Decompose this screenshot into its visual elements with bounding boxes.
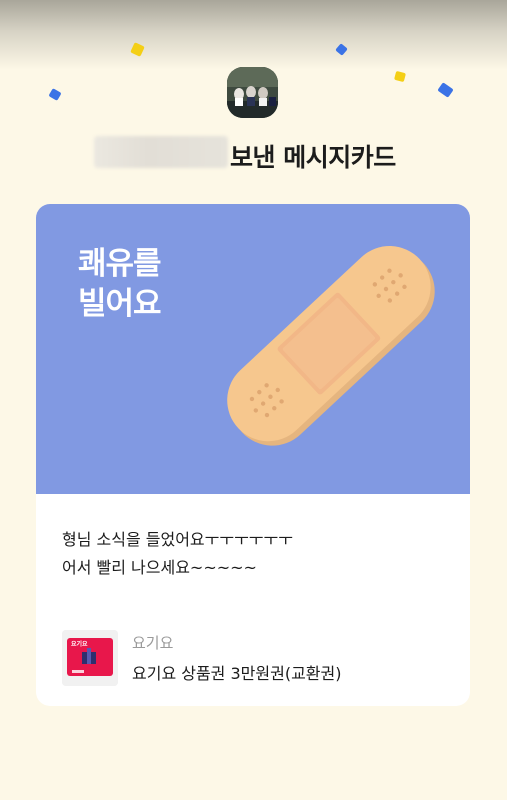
page-title: 보낸 메시지카드 <box>230 143 396 172</box>
confetti-blue <box>437 82 454 98</box>
confetti-yellow <box>394 70 406 83</box>
bandage-illustration <box>227 246 435 446</box>
message-line: 어서 빨리 나으세요~~~~~ <box>62 558 257 577</box>
top-shade <box>0 0 507 70</box>
gift-thumb-label: 요기요 <box>71 640 88 648</box>
gift-name: 요기요 상품권 3만원권(교환권) <box>132 664 342 683</box>
confetti-blue <box>48 88 62 101</box>
message-line: 형님 소식을 들었어요ㅜㅜㅜㅜㅜㅜ <box>62 530 293 549</box>
card-illustration: 쾌유를 빌어요 <box>36 204 470 494</box>
card-message: 형님 소식을 들었어요ㅜㅜㅜㅜㅜㅜ 어서 빨리 나으세요~~~~~ <box>62 526 452 582</box>
gift-thumbnail: 요기요 <box>62 630 118 686</box>
gift-brand: 요기요 <box>132 634 174 652</box>
gift-item[interactable]: 요기요 요기요 요기요 상품권 3만원권(교환권) <box>62 628 452 688</box>
sender-name-redacted <box>94 136 228 168</box>
card-title-row: 보낸 메시지카드 <box>0 136 507 172</box>
sender-avatar[interactable] <box>227 67 278 118</box>
message-card: 쾌유를 빌어요 형님 소식을 들었어요ㅜㅜㅜㅜㅜㅜ 어서 빨리 나으세요~~~~… <box>36 204 470 706</box>
